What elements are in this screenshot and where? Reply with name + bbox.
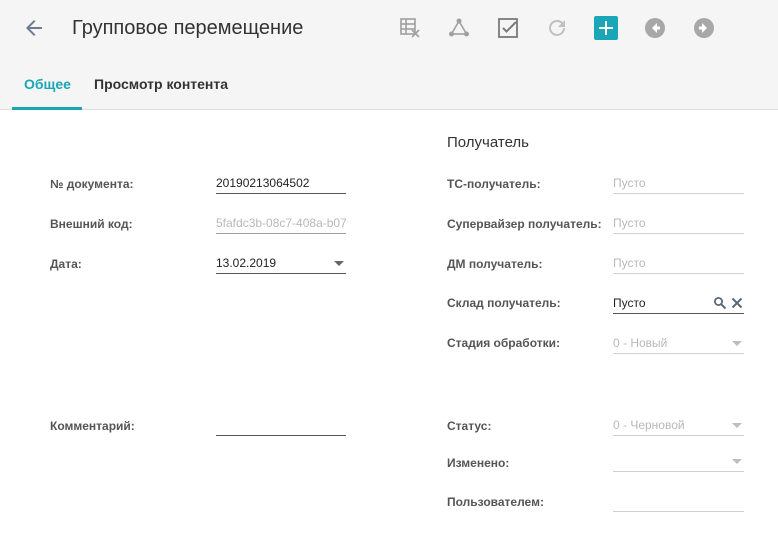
- chevron-down-icon[interactable]: [334, 261, 344, 266]
- supervisor-receiver-label: Супервайзер получатель:: [447, 217, 602, 231]
- processing-stage-label: Стадия обработки:: [447, 336, 560, 350]
- receiver-section-title: Получатель: [447, 134, 529, 151]
- comment-label: Комментарий:: [50, 419, 135, 433]
- external-code-field[interactable]: 5fafdc3b-08c7-408a-b07: [216, 214, 346, 234]
- add-icon[interactable]: [594, 16, 618, 40]
- tab-general[interactable]: Общее: [12, 70, 82, 110]
- top-bar: Групповое перемещение Общее Просмотр кон…: [0, 0, 778, 110]
- ts-receiver-field[interactable]: Пусто: [613, 174, 744, 194]
- by-user-field[interactable]: [613, 492, 744, 512]
- chevron-down-icon[interactable]: [732, 423, 742, 428]
- tab-content-view[interactable]: Просмотр контента: [94, 70, 228, 110]
- ts-receiver-label: ТС-получатель:: [447, 177, 541, 191]
- page-title: Групповое перемещение: [72, 17, 304, 39]
- chevron-down-icon[interactable]: [732, 459, 742, 464]
- processing-stage-value: 0 - Новый: [613, 336, 668, 350]
- refresh-icon[interactable]: [545, 16, 569, 40]
- table-delete-icon[interactable]: [398, 16, 422, 40]
- changed-select[interactable]: [613, 452, 744, 472]
- doc-number-field[interactable]: 20190213064502: [216, 174, 346, 194]
- date-value: 13.02.2019: [216, 256, 277, 270]
- checkbox-icon[interactable]: [496, 16, 520, 40]
- processing-stage-select[interactable]: 0 - Новый: [613, 334, 744, 354]
- dm-receiver-field[interactable]: Пусто: [613, 254, 744, 274]
- dm-receiver-label: ДМ получатель:: [447, 257, 543, 271]
- status-label: Статус:: [447, 419, 492, 433]
- doc-number-label: № документа:: [50, 177, 134, 191]
- search-icon[interactable]: [713, 296, 727, 310]
- warehouse-receiver-value: Пусто: [613, 296, 646, 310]
- date-label: Дата:: [50, 257, 82, 271]
- status-value: 0 - Черновой: [613, 418, 685, 432]
- hierarchy-icon[interactable]: [447, 16, 471, 40]
- date-select[interactable]: 13.02.2019: [216, 254, 346, 274]
- close-icon[interactable]: [730, 296, 744, 310]
- supervisor-receiver-field[interactable]: Пусто: [613, 214, 744, 234]
- comment-field[interactable]: [216, 416, 346, 436]
- changed-label: Изменено:: [447, 456, 510, 470]
- back-arrow-icon[interactable]: [22, 16, 46, 40]
- next-circle-icon[interactable]: [692, 16, 716, 40]
- chevron-down-icon[interactable]: [732, 341, 742, 346]
- prev-circle-icon[interactable]: [643, 16, 667, 40]
- status-select[interactable]: 0 - Черновой: [613, 416, 744, 436]
- by-user-label: Пользователем:: [447, 495, 544, 509]
- external-code-label: Внешний код:: [50, 217, 133, 231]
- warehouse-receiver-field[interactable]: Пусто: [613, 294, 744, 314]
- warehouse-receiver-label: Склад получатель:: [447, 296, 561, 310]
